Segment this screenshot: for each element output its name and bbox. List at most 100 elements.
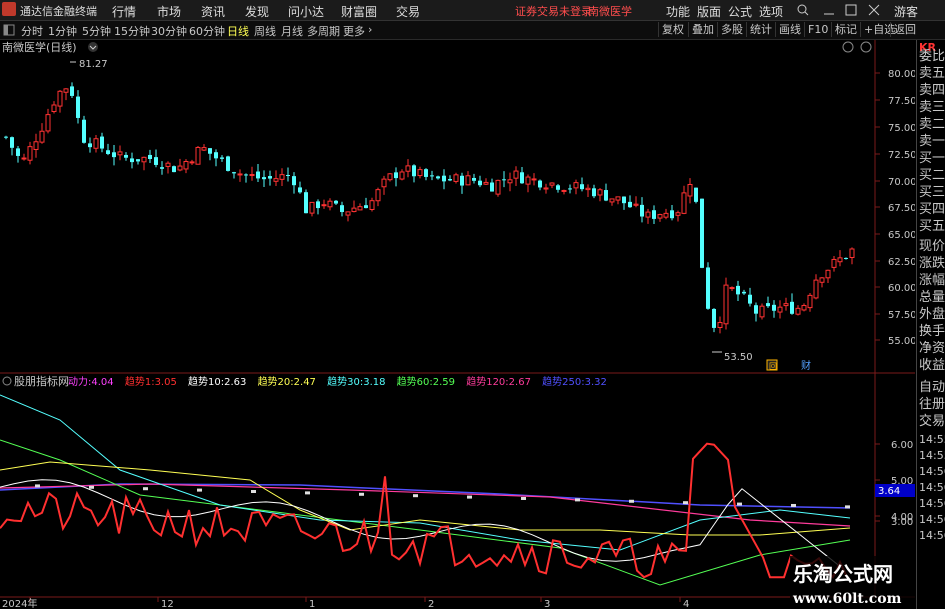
menu-item-shichang[interactable]: 市场	[157, 3, 181, 20]
period-more[interactable]: 更多	[343, 23, 365, 39]
menu-item-zixun[interactable]: 资讯	[201, 3, 225, 20]
candle-body	[580, 184, 584, 190]
candle-body	[772, 304, 776, 311]
candle-body	[453, 174, 459, 182]
btn-tongji[interactable]: 统计	[746, 22, 775, 37]
btn-biaoji[interactable]: 标记	[831, 22, 860, 37]
indicator-settings-icon[interactable]	[2, 376, 12, 386]
price-y-axis: 80.00 77.50 75.00 72.50 70.00 67.50 65.0…	[875, 69, 915, 347]
candle-body	[777, 306, 783, 313]
quote-row-sell2[interactable]: 卖二	[919, 117, 945, 133]
line-qushi1	[0, 442, 848, 580]
period-daily[interactable]: 日线	[227, 23, 249, 39]
period-15min[interactable]: 15分钟	[114, 23, 150, 39]
tick-time: 14:56	[919, 465, 945, 478]
quote-row-weibi: 委比	[919, 49, 945, 64]
quote-row-buy3[interactable]: 买三	[919, 185, 945, 201]
candle-body	[748, 294, 752, 304]
candle-body	[448, 179, 452, 181]
menu-item-gongshi[interactable]: 公式	[728, 3, 752, 20]
quote-row-sell1[interactable]: 卖一	[919, 134, 945, 150]
btn-fuquan[interactable]: 复权	[658, 22, 687, 37]
period-60min[interactable]: 60分钟	[189, 23, 225, 39]
candle-body	[57, 90, 63, 107]
chart-settings-icon[interactable]	[842, 41, 854, 53]
candle-body	[387, 173, 393, 181]
more-chevron-icon[interactable]: ›	[368, 23, 372, 36]
candle-body	[273, 178, 279, 182]
candle-body	[316, 201, 320, 209]
menu-item-banmian[interactable]: 版面	[697, 3, 721, 20]
quote-row-buy1[interactable]: 买一	[919, 151, 945, 167]
period-1min[interactable]: 1分钟	[48, 23, 77, 39]
menu-item-wenxiaoda[interactable]: 问小达	[288, 3, 324, 20]
candle-body	[298, 187, 302, 193]
period-monthly[interactable]: 月线	[281, 23, 303, 39]
indicator-marker	[143, 487, 148, 491]
quote-row-sell4[interactable]: 卖四	[919, 83, 945, 99]
btn-f10[interactable]: F10	[804, 22, 831, 37]
app-logo-icon	[2, 2, 16, 16]
btn-fanhui[interactable]: 返回	[890, 22, 919, 37]
indicator-name[interactable]: 股朋指标网	[14, 374, 69, 388]
high-price-label: 81.27	[79, 59, 108, 70]
indicator-marker	[35, 484, 40, 488]
menu-item-hangqing[interactable]: 行情	[112, 3, 136, 20]
quote-row-outer: 外盘	[919, 307, 945, 322]
period-5min[interactable]: 5分钟	[82, 23, 111, 39]
menu-item-caifuquan[interactable]: 财富圈	[341, 3, 377, 20]
panel-tab-trade[interactable]: 交易	[919, 414, 945, 430]
tick-time: 14:55	[919, 449, 945, 462]
btn-duogu[interactable]: 多股	[717, 22, 746, 37]
quote-row-sell5[interactable]: 卖五	[919, 66, 945, 82]
quote-row-sell3[interactable]: 卖三	[919, 100, 945, 116]
menu-item-jiaoyi[interactable]: 交易	[396, 3, 420, 20]
period-fenshi[interactable]: 分时	[21, 23, 43, 39]
close-icon[interactable]	[868, 4, 880, 16]
legend-value-qushi60: 2.59	[433, 377, 455, 388]
restore-icon[interactable]	[845, 4, 857, 16]
login-status[interactable]: 证券交易未登录	[515, 3, 592, 19]
candle-body	[795, 307, 801, 315]
marker-cai[interactable]: 财	[801, 359, 811, 372]
header-dropdown-icon[interactable]	[88, 42, 98, 52]
legend-value-qushi10: 2.63	[224, 377, 246, 388]
candle-body	[573, 182, 579, 189]
candle-body	[442, 175, 446, 182]
panel-tab-auto[interactable]: 自动	[919, 380, 945, 396]
candle-body	[700, 198, 704, 268]
candle-body	[742, 291, 746, 294]
period-weekly[interactable]: 周线	[254, 23, 276, 39]
candle-body	[351, 207, 357, 213]
indicator-marker	[791, 503, 796, 507]
candle-body	[538, 180, 542, 188]
marker-hui-label: 回	[769, 362, 777, 371]
candle-body	[33, 141, 39, 151]
btn-huaxian[interactable]: 画线	[775, 22, 804, 37]
panel-toggle-icon[interactable]	[3, 24, 15, 36]
candle-body	[369, 200, 375, 210]
menu-item-faxian[interactable]: 发现	[245, 3, 269, 20]
quote-row-buy4[interactable]: 买四	[919, 202, 945, 218]
quote-row-eps: 收益	[919, 358, 945, 373]
period-multi[interactable]: 多周期	[307, 23, 340, 39]
candle-body	[154, 157, 158, 165]
guest-label[interactable]: 游客	[894, 3, 918, 20]
x-tick: 12	[161, 599, 174, 608]
btn-diejia[interactable]: 叠加	[688, 22, 717, 37]
price-tick: 80.00	[888, 69, 915, 80]
candle-body	[628, 201, 632, 208]
quote-row-buy2[interactable]: 买二	[919, 168, 945, 184]
period-30min[interactable]: 30分钟	[151, 23, 187, 39]
candle-body	[837, 257, 843, 263]
search-icon[interactable]	[797, 4, 809, 16]
chart-area[interactable]: 南微医学(日线) 81.27 53.50 回 财 80.00 77.50 75.…	[0, 40, 915, 608]
candle-body	[694, 187, 698, 202]
indicator-marker	[89, 485, 94, 489]
chart-zoom-icon[interactable]	[860, 41, 872, 53]
candle-body	[495, 179, 501, 195]
quote-row-buy5[interactable]: 买五	[919, 219, 945, 235]
menu-item-gongneng[interactable]: 功能	[666, 3, 690, 20]
panel-tab-register[interactable]: 往册	[919, 397, 945, 413]
menu-item-xuanxiang[interactable]: 选项	[759, 3, 783, 20]
